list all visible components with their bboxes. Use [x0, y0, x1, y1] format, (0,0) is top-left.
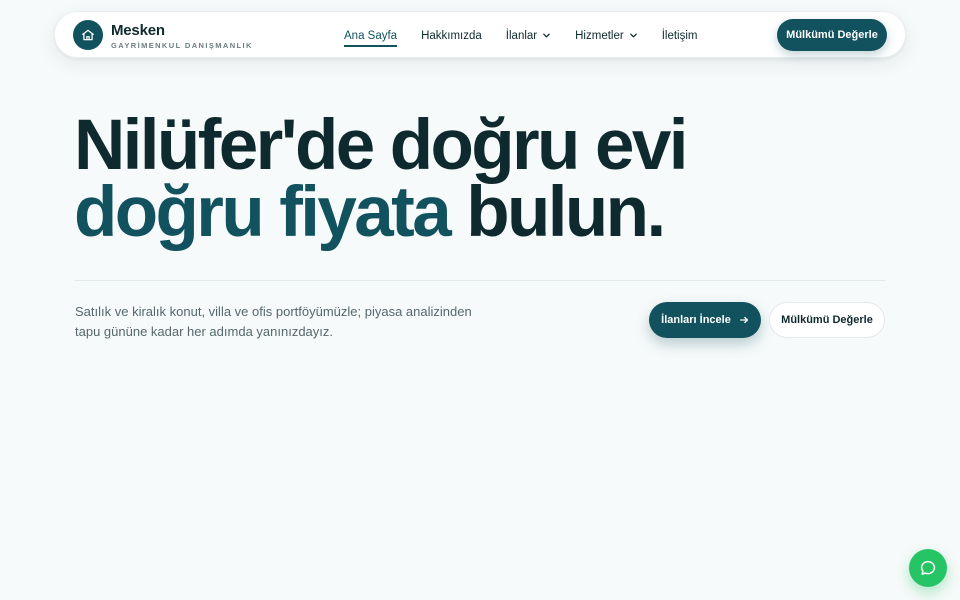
page: Mesken GAYRİMENKUL DANIŞMANLIK Ana Sayfa… [0, 0, 960, 600]
nav-item-hizmetler[interactable]: Hizmetler [575, 12, 638, 59]
chevron-down-icon [542, 31, 551, 40]
site-header: Mesken GAYRİMENKUL DANIŞMANLIK Ana Sayfa… [54, 11, 906, 58]
value-property-button[interactable]: Mülkümü Değerle [777, 19, 887, 51]
hero-description: Satılık ve kiralık konut, villa ve ofis … [75, 304, 472, 339]
chat-bubble-icon [919, 559, 937, 577]
browse-listings-label: İlanları İncele [661, 314, 731, 326]
nav-item-label: Hakkımızda [421, 29, 482, 42]
nav-item-label: İlanlar [505, 29, 538, 42]
nav-item-ana-sayfa[interactable]: Ana Sayfa [344, 12, 398, 59]
logo-mark[interactable] [73, 20, 103, 50]
browse-listings-button[interactable]: İlanları İncele [649, 302, 761, 338]
arrow-right-icon [739, 315, 749, 325]
home-icon [81, 28, 95, 42]
nav-item-hakkimizda[interactable]: Hakkımızda [421, 12, 482, 59]
hero-title-accent: doğru fiyata [74, 173, 452, 252]
hero-title: Nilüfer'de doğru evi doğru fiyata bulun. [74, 110, 688, 248]
nav-item-iletisim[interactable]: İletişim [662, 12, 698, 59]
nav-item-ilanlar[interactable]: İlanlar [506, 12, 551, 59]
hero-divider [75, 280, 885, 281]
nav-item-label: İletişim [661, 29, 698, 42]
nav-item-label: Hizmetler [575, 29, 624, 42]
main-nav: Ana Sayfa Hakkımızda İlanlar Hizmetler İ… [344, 12, 721, 59]
hero-value-property-button[interactable]: Mülkümü Değerle [769, 302, 885, 338]
chat-button[interactable] [909, 549, 947, 587]
nav-item-label: Ana Sayfa [344, 29, 398, 42]
brand-tagline: GAYRİMENKUL DANIŞMANLIK [111, 41, 253, 50]
hero-title-rest: bulun. [449, 173, 666, 252]
brand-name[interactable]: Mesken [111, 22, 165, 39]
chevron-down-icon [629, 31, 638, 40]
